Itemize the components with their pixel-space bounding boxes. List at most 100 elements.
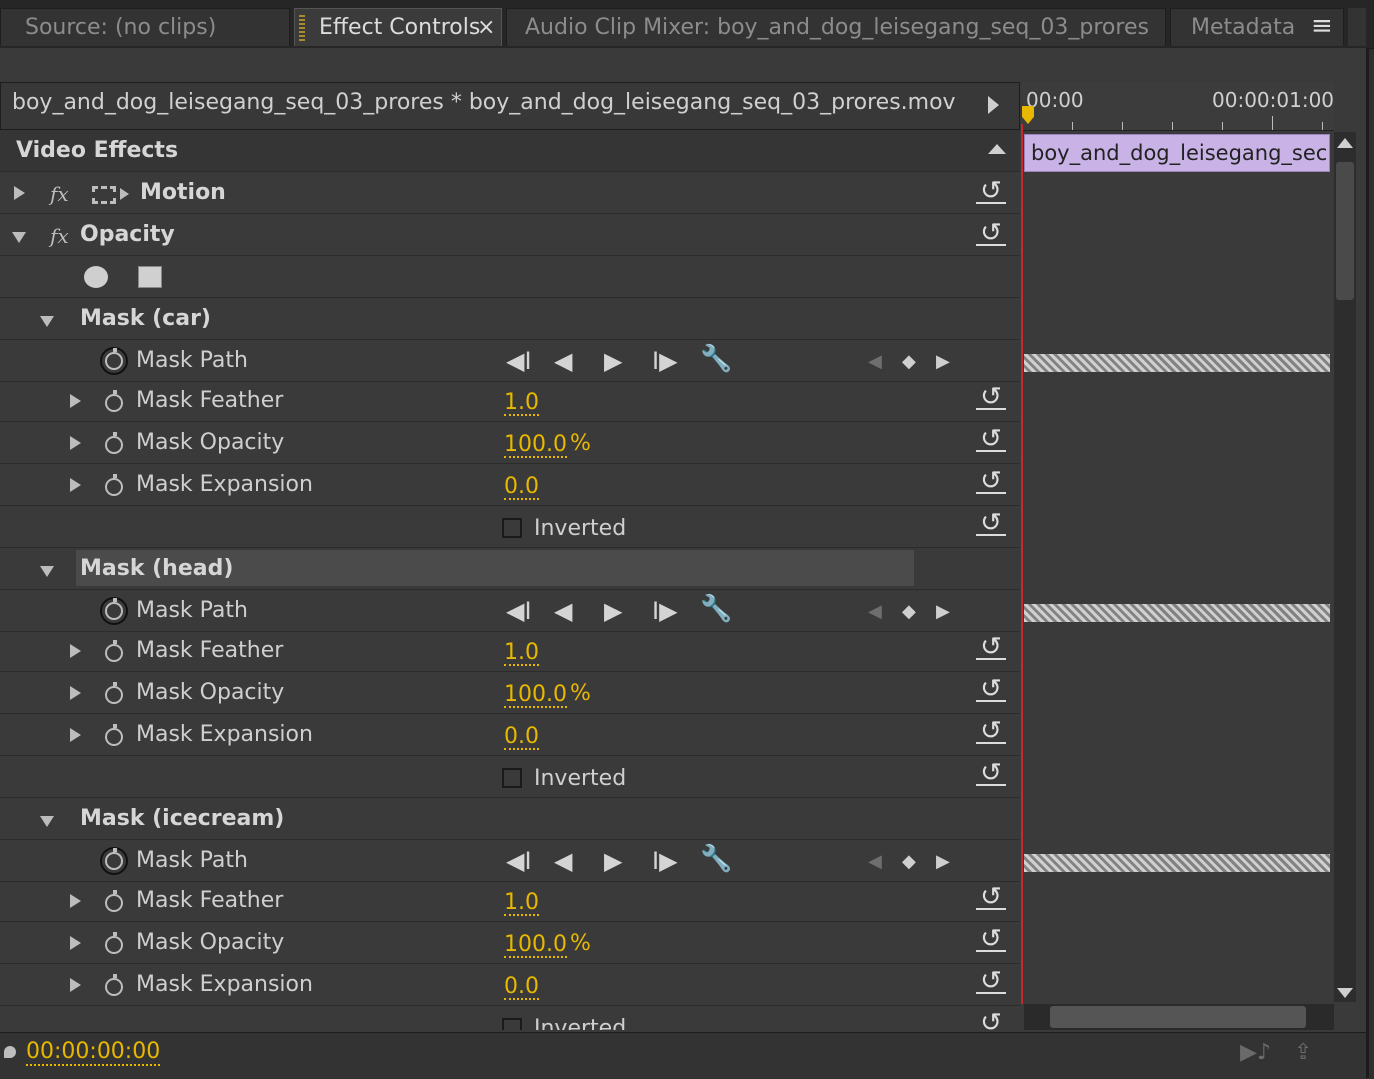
reset-icon[interactable]: ↺ (976, 884, 1006, 910)
expand-triangle-icon[interactable] (70, 728, 81, 742)
track-forward-one-frame-icon[interactable]: ▶ (604, 849, 622, 873)
mask-expansion-value[interactable]: 0.0 (504, 976, 539, 1000)
inverted-checkbox[interactable] (502, 768, 522, 788)
horizontal-scroll-thumb[interactable] (1050, 1006, 1306, 1028)
reset-icon[interactable]: ↺ (976, 510, 1006, 536)
tab-metadata[interactable]: Metadata ≡ (1170, 8, 1344, 46)
current-timecode[interactable]: 00:00:00:00 (26, 1040, 161, 1066)
add-keyframe-icon[interactable]: ◆ (902, 851, 916, 872)
expand-triangle-icon[interactable] (70, 978, 81, 992)
next-keyframe-nav-icon[interactable]: ▶ (936, 351, 950, 372)
stopwatch-icon[interactable] (105, 974, 123, 996)
collapse-triangle-icon[interactable] (40, 566, 54, 577)
export-icon[interactable]: ⇪ (1294, 1040, 1312, 1065)
track-forward-icon[interactable]: I▶ (652, 599, 678, 623)
reset-icon[interactable]: ↺ (976, 1010, 1006, 1030)
mask-row[interactable]: Mask (icecream) (0, 798, 1020, 840)
expand-triangle-icon[interactable] (70, 436, 81, 450)
reset-icon[interactable]: ↺ (976, 634, 1006, 660)
collapse-triangle-icon[interactable] (40, 816, 54, 827)
mask-opacity-value[interactable]: 100.0 (504, 934, 567, 958)
expand-triangle-icon[interactable] (70, 478, 81, 492)
reset-icon[interactable]: ↺ (976, 676, 1006, 702)
stopwatch-icon[interactable] (105, 932, 123, 954)
stopwatch-icon[interactable] (105, 640, 123, 662)
next-keyframe-nav-icon[interactable]: ▶ (936, 601, 950, 622)
mask-feather-row: Mask Feather 1.0 ↺ (0, 380, 1020, 422)
add-keyframe-icon[interactable]: ◆ (902, 351, 916, 372)
next-keyframe-nav-icon[interactable]: ▶ (936, 851, 950, 872)
reset-icon[interactable]: ↺ (976, 468, 1006, 494)
track-forward-icon[interactable]: I▶ (652, 349, 678, 373)
playhead-line[interactable] (1021, 124, 1023, 1004)
stopwatch-icon[interactable] (105, 890, 123, 912)
mask-opacity-value[interactable]: 100.0 (504, 684, 567, 708)
mask-expansion-value[interactable]: 0.0 (504, 476, 539, 500)
scroll-up-icon[interactable] (1337, 138, 1353, 148)
expand-triangle-icon[interactable] (70, 644, 81, 658)
mask-row[interactable]: Mask (car) (0, 298, 1020, 340)
mask-expansion-row: Mask Expansion 0.0 ↺ (0, 464, 1020, 506)
tracking-settings-wrench-icon[interactable]: 🔧 (700, 846, 732, 872)
tracking-settings-wrench-icon[interactable]: 🔧 (700, 596, 732, 622)
stopwatch-icon[interactable] (105, 432, 123, 454)
stopwatch-icon[interactable] (105, 474, 123, 496)
tab-metadata-label: Metadata (1191, 15, 1296, 40)
mask-path-keyframe-track[interactable] (1024, 354, 1330, 372)
previous-keyframe-nav-icon[interactable]: ◀ (868, 601, 882, 622)
expand-triangle-icon[interactable] (70, 894, 81, 908)
scroll-down-icon[interactable] (1337, 988, 1353, 998)
reset-icon[interactable]: ↺ (976, 426, 1006, 452)
ruler-tick (1322, 122, 1323, 130)
track-forward-one-frame-icon[interactable]: ▶ (604, 599, 622, 623)
track-forward-icon[interactable]: I▶ (652, 849, 678, 873)
go-to-previous-keyframe-icon[interactable]: ◀I (506, 599, 532, 623)
expand-triangle-icon[interactable] (70, 686, 81, 700)
reset-icon[interactable]: ↺ (976, 718, 1006, 744)
mask-expansion-value[interactable]: 0.0 (504, 726, 539, 750)
track-backward-one-frame-icon[interactable]: ◀ (554, 849, 572, 873)
mask-expansion-label: Mask Expansion (136, 472, 313, 497)
ruler-tick (1172, 122, 1173, 130)
mask-path-keyframe-track[interactable] (1024, 604, 1330, 622)
ruler-start-time: 00:00 (1026, 88, 1084, 112)
previous-keyframe-nav-icon[interactable]: ◀ (868, 351, 882, 372)
mask-opacity-value[interactable]: 100.0 (504, 434, 567, 458)
panel-menu-icon[interactable]: ≡ (1311, 9, 1333, 45)
track-backward-one-frame-icon[interactable]: ◀ (554, 349, 572, 373)
stopwatch-icon[interactable] (100, 847, 128, 875)
mask-feather-value[interactable]: 1.0 (504, 892, 539, 916)
ruler-tick (1072, 122, 1073, 130)
inverted-checkbox[interactable] (502, 1018, 522, 1030)
expand-triangle-icon[interactable] (70, 394, 81, 408)
overflow-grip[interactable] (1348, 8, 1366, 46)
inverted-checkbox[interactable] (502, 518, 522, 538)
clip-bar[interactable]: boy_and_dog_leisegang_sec (1024, 134, 1330, 172)
stopwatch-icon[interactable] (105, 724, 123, 746)
stopwatch-icon[interactable] (100, 597, 128, 625)
vertical-scroll-thumb[interactable] (1336, 162, 1354, 300)
play-audio-icon[interactable]: ▶♪ (1240, 1040, 1271, 1065)
mask-feather-value[interactable]: 1.0 (504, 642, 539, 666)
add-keyframe-icon[interactable]: ◆ (902, 601, 916, 622)
mask-path-keyframe-track[interactable] (1024, 854, 1330, 872)
tracking-settings-wrench-icon[interactable]: 🔧 (700, 346, 732, 372)
reset-icon[interactable]: ↺ (976, 384, 1006, 410)
mask-feather-value[interactable]: 1.0 (504, 392, 539, 416)
reset-icon[interactable]: ↺ (976, 968, 1006, 994)
percent-unit: % (570, 431, 591, 456)
stopwatch-icon[interactable] (105, 390, 123, 412)
stopwatch-icon[interactable] (100, 347, 128, 375)
stopwatch-icon[interactable] (105, 682, 123, 704)
go-to-previous-keyframe-icon[interactable]: ◀I (506, 849, 532, 873)
track-backward-one-frame-icon[interactable]: ◀ (554, 599, 572, 623)
expand-triangle-icon[interactable] (70, 936, 81, 950)
reset-icon[interactable]: ↺ (976, 760, 1006, 786)
mask-row[interactable]: Mask (head) (0, 548, 1020, 590)
previous-keyframe-nav-icon[interactable]: ◀ (868, 851, 882, 872)
go-to-previous-keyframe-icon[interactable]: ◀I (506, 349, 532, 373)
inverted-label: Inverted (534, 766, 627, 791)
reset-icon[interactable]: ↺ (976, 926, 1006, 952)
collapse-triangle-icon[interactable] (40, 316, 54, 327)
track-forward-one-frame-icon[interactable]: ▶ (604, 349, 622, 373)
